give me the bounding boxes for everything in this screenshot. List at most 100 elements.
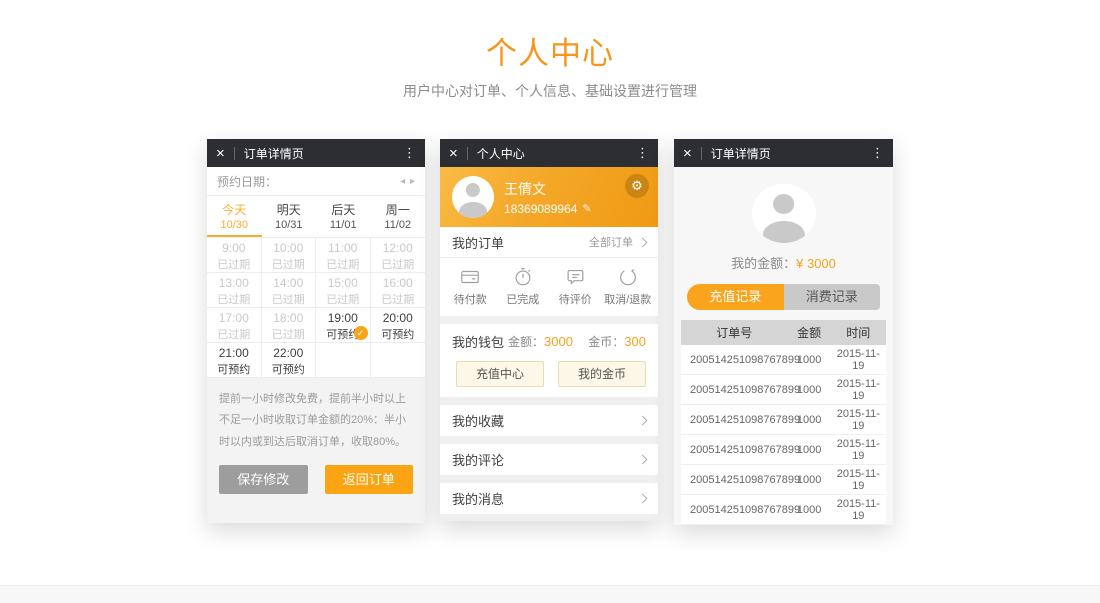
- my-coins-button[interactable]: 我的金币: [558, 361, 646, 387]
- time-slot-grid: 9:00已过期 10:00已过期 11:00已过期 12:00已过期 13:00…: [207, 238, 425, 378]
- balance-value: 3000: [544, 334, 573, 349]
- section-divider: [440, 436, 658, 444]
- cancellation-policy-note: 提前一小时修改免费，提前半小时以上不足一小时收取订单金额的20%：半小时以内或到…: [219, 389, 413, 453]
- edit-pencil-icon[interactable]: ✎: [582, 202, 591, 215]
- profile-banner: 王倩文 18369089964 ✎ ⚙: [440, 167, 658, 227]
- avatar: [752, 184, 816, 243]
- time-slot[interactable]: 13:00已过期: [207, 273, 262, 308]
- day-tab-monday[interactable]: 周一 11/02: [371, 196, 426, 237]
- balance-label: 金额：: [508, 335, 544, 349]
- time-slot[interactable]: 18:00已过期: [262, 308, 317, 343]
- my-orders-label: 我的订单: [452, 233, 504, 252]
- close-icon[interactable]: ×: [449, 146, 458, 161]
- chevron-right-icon: [638, 455, 648, 465]
- table-row[interactable]: 200514251098767899 1000 2015-11-19: [681, 405, 886, 435]
- settings-gear-icon[interactable]: ⚙: [625, 174, 649, 198]
- header-divider: [234, 147, 235, 160]
- table-row[interactable]: 200514251098767899 1000 2015-11-19: [681, 495, 886, 525]
- table-row[interactable]: 200514251098767899 1000 2015-11-19: [681, 345, 886, 375]
- menu-dots-icon[interactable]: ⋮: [871, 145, 884, 161]
- phone1-header: × 订单详情页 ⋮: [207, 139, 425, 167]
- time-slot[interactable]: 15:00已过期: [316, 273, 371, 308]
- time-slot[interactable]: 21:00可预约: [207, 343, 262, 378]
- menu-dots-icon[interactable]: ⋮: [403, 145, 416, 161]
- tab-consumption-records[interactable]: 消费记录: [784, 284, 881, 310]
- profile-phone: 18369089964: [504, 202, 577, 216]
- section-divider: [440, 475, 658, 483]
- day-tab-day-after[interactable]: 后天 11/01: [316, 196, 371, 237]
- table-row[interactable]: 200514251098767899 1000 2015-11-19: [681, 375, 886, 405]
- selected-check-icon: ✓: [354, 326, 368, 340]
- time-slot[interactable]: 11:00已过期: [316, 238, 371, 273]
- close-icon[interactable]: ×: [683, 146, 692, 161]
- table-row[interactable]: 200514251098767899 1000 2015-11-19: [681, 435, 886, 465]
- booking-date-label: 预约日期：: [217, 173, 277, 190]
- refund-icon: [617, 266, 639, 288]
- pending-review-item[interactable]: 待评价: [549, 266, 602, 307]
- card-icon: [459, 266, 481, 288]
- booking-note-section: 提前一小时修改免费，提前半小时以上不足一小时收取订单金额的20%：半小时以内或到…: [207, 378, 425, 523]
- phone3-title: 订单详情页: [711, 145, 771, 162]
- recharge-center-button[interactable]: 充值中心: [456, 361, 544, 387]
- chevron-right-icon: [638, 416, 648, 426]
- comment-icon: [564, 266, 586, 288]
- menu-dots-icon[interactable]: ⋮: [636, 145, 649, 161]
- save-changes-button[interactable]: 保存修改: [219, 465, 308, 494]
- section-divider: [440, 316, 658, 324]
- time-slot[interactable]: 12:00已过期: [371, 238, 426, 273]
- time-slot-empty: [316, 343, 371, 378]
- day-tabs: 今天 10/30 明天 10/31 后天 11/01 周一 11/02: [207, 196, 425, 238]
- header-divider: [467, 147, 468, 160]
- chevron-right-icon: [638, 494, 648, 504]
- phone1-title: 订单详情页: [244, 145, 304, 162]
- day-tab-tomorrow[interactable]: 明天 10/31: [262, 196, 317, 237]
- my-orders-row[interactable]: 我的订单 全部订单: [440, 227, 658, 258]
- order-status-icons: 待付款 已完成 待评价 取消/退款: [440, 258, 658, 316]
- cancel-refund-item[interactable]: 取消/退款: [602, 266, 655, 307]
- record-tabs: 充值记录 消费记录: [687, 284, 880, 310]
- my-balance-label: 我的金额：: [731, 256, 796, 271]
- time-slot[interactable]: 17:00已过期: [207, 308, 262, 343]
- time-slot-selected[interactable]: 19:00 可预约 ✓: [316, 308, 371, 343]
- time-slot[interactable]: 9:00已过期: [207, 238, 262, 273]
- day-tab-today[interactable]: 今天 10/30: [207, 196, 262, 237]
- close-icon[interactable]: ×: [216, 146, 225, 161]
- page-title: 个人中心: [0, 28, 1100, 73]
- stopwatch-icon: [512, 266, 534, 288]
- records-table: 订单号 金额 时间 200514251098767899 1000 2015-1…: [681, 320, 886, 525]
- page-footer: [0, 585, 1100, 603]
- profile-info: 王倩文 18369089964 ✎: [504, 179, 592, 216]
- menu-item-messages[interactable]: 我的消息: [440, 483, 658, 514]
- order-detail-screen: × 订单详情页 ⋮ 预约日期： ◂ ▸ 今天 10/30 明天 10/31 后天: [207, 139, 425, 523]
- avatar[interactable]: [452, 176, 494, 218]
- time-slot[interactable]: 10:00已过期: [262, 238, 317, 273]
- tab-recharge-records[interactable]: 充值记录: [687, 284, 784, 310]
- section-divider: [440, 397, 658, 405]
- booking-date-row: 预约日期： ◂ ▸: [207, 167, 425, 196]
- page: 个人中心 用户中心对订单、个人信息、基础设置进行管理 × 订单详情页 ⋮ 预约日…: [0, 0, 1100, 603]
- back-to-order-button[interactable]: 返回订单: [325, 465, 414, 494]
- table-row[interactable]: 200514251098767899 1000 2015-11-19: [681, 465, 886, 495]
- profile-name: 王倩文: [504, 179, 592, 199]
- my-balance-line: 我的金额：¥ 3000: [674, 253, 893, 272]
- page-subtitle: 用户中心对订单、个人信息、基础设置进行管理: [0, 81, 1100, 101]
- header-divider: [701, 147, 702, 160]
- coin-label: 金币：: [588, 335, 624, 349]
- menu-item-comments[interactable]: 我的评论: [440, 444, 658, 475]
- time-slot[interactable]: 22:00可预约: [262, 343, 317, 378]
- completed-item[interactable]: 已完成: [497, 266, 550, 307]
- chevron-right-icon: [638, 237, 648, 247]
- phone2-header: × 个人中心 ⋮: [440, 139, 658, 167]
- menu-item-favorites[interactable]: 我的收藏: [440, 405, 658, 436]
- time-slot[interactable]: 16:00已过期: [371, 273, 426, 308]
- all-orders-label: 全部订单: [589, 234, 633, 250]
- personal-center-screen: × 个人中心 ⋮ 王倩文 18369089964 ✎ ⚙ 我的订单 全部订单: [440, 139, 658, 521]
- prev-date-icon[interactable]: ◂: [400, 176, 405, 187]
- next-date-icon[interactable]: ▸: [410, 176, 415, 187]
- time-slot[interactable]: 14:00已过期: [262, 273, 317, 308]
- section-divider: [440, 514, 658, 521]
- my-balance-value: ¥ 3000: [796, 256, 836, 271]
- phone3-header: × 订单详情页 ⋮: [674, 139, 893, 167]
- pending-payment-item[interactable]: 待付款: [444, 266, 497, 307]
- time-slot[interactable]: 20:00可预约: [371, 308, 426, 343]
